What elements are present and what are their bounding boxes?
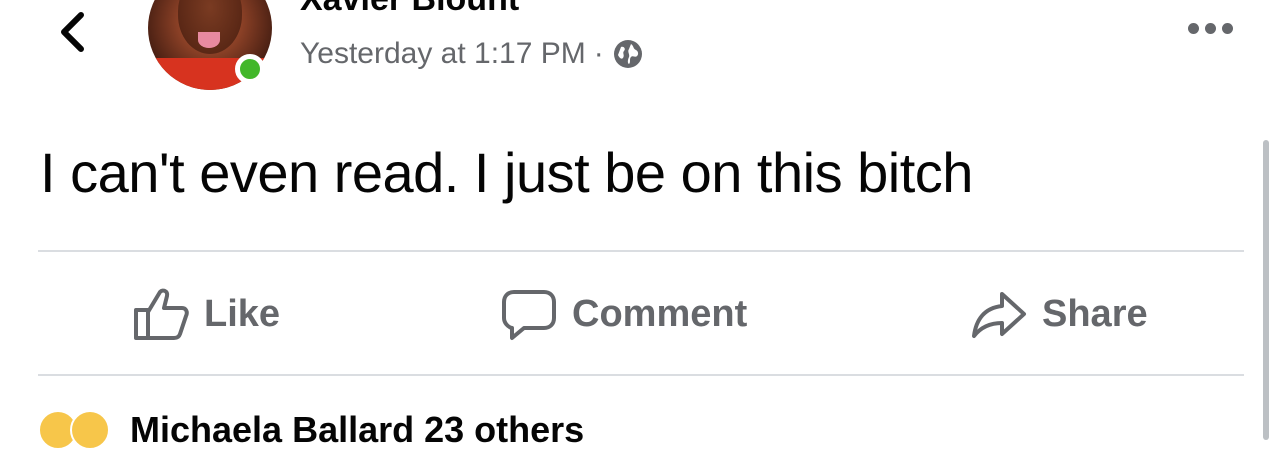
online-status-dot <box>235 54 265 84</box>
thumbs-up-icon <box>134 288 189 340</box>
more-horizontal-icon <box>1187 22 1199 34</box>
share-label: Share <box>1042 292 1148 335</box>
avatar-tongue <box>198 32 220 48</box>
divider-bottom <box>38 374 1244 376</box>
comment-label: Comment <box>572 292 748 335</box>
timestamp[interactable]: Yesterday at 1:17 PM <box>300 37 586 71</box>
globe-icon <box>613 40 642 68</box>
comment-button[interactable]: Comment <box>500 282 747 346</box>
back-button[interactable] <box>52 6 92 58</box>
more-options-button[interactable] <box>1180 14 1240 42</box>
share-button[interactable]: Share <box>970 282 1148 346</box>
haha-reaction-icon <box>70 410 110 450</box>
like-button[interactable]: Like <box>132 282 280 346</box>
like-label: Like <box>204 292 281 335</box>
share-arrow-icon <box>972 292 1026 338</box>
chevron-left-icon <box>61 12 84 52</box>
author-name[interactable]: Xavier Blount <box>300 0 519 19</box>
scrollbar[interactable] <box>1263 140 1269 440</box>
comment-bubble-icon <box>502 290 556 340</box>
meta-separator: · <box>593 37 604 70</box>
post-meta: Yesterday at 1:17 PM · <box>300 34 644 74</box>
post-text: I can't even read. I just be on this bit… <box>40 141 973 204</box>
divider-top <box>38 250 1244 252</box>
reactions-summary-text: Michaela Ballard 23 others <box>130 409 585 450</box>
reactions-summary[interactable]: Michaela Ballard 23 others <box>38 409 585 450</box>
